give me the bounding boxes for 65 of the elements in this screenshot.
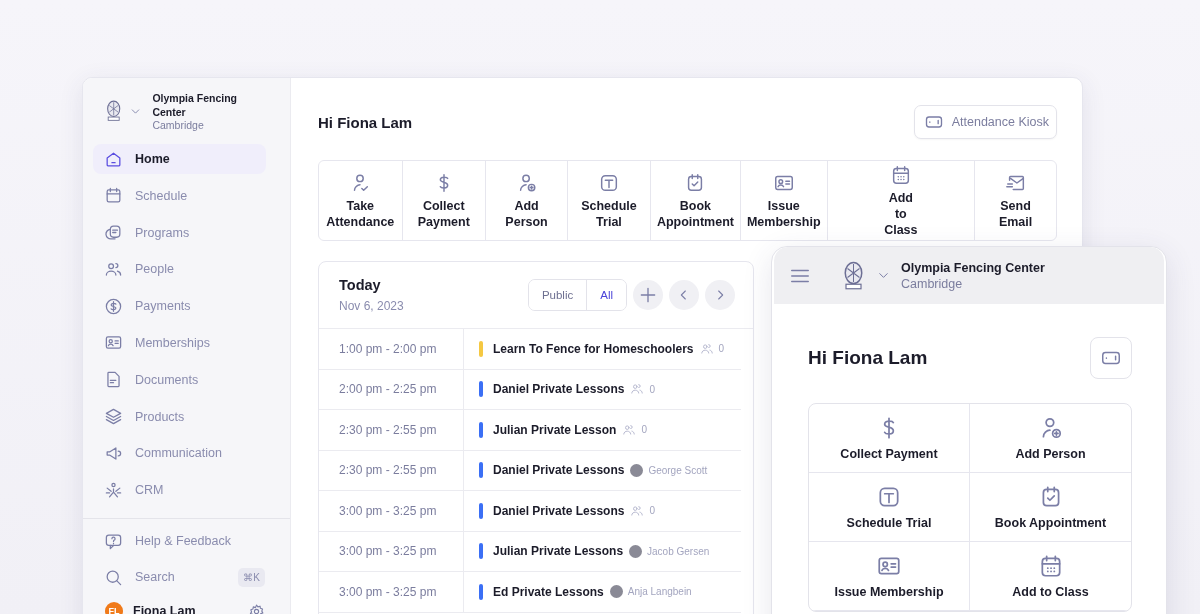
quick-action[interactable]: Add Person <box>485 161 568 240</box>
quick-action[interactable]: Issue Membership <box>809 542 970 611</box>
crest-logo <box>843 260 864 291</box>
event-time: 3:00 pm - 3:25 pm <box>319 531 464 571</box>
dollar-circle-icon <box>104 296 123 316</box>
quick-action[interactable]: Book Appointment <box>649 161 740 240</box>
avatar <box>630 463 644 477</box>
avatar <box>629 544 643 558</box>
greeting: Hi Fiona Lam <box>318 113 413 131</box>
event-row[interactable]: Julian Private Lessons Jacob Gersen <box>464 531 741 571</box>
organization-location: Cambridge <box>901 276 964 291</box>
crest-logo <box>106 100 122 122</box>
attendee-count: 0 <box>641 424 647 436</box>
event-row[interactable]: Learn To Fence for Homeschoolers 0 <box>464 329 741 369</box>
organization-name: Olympia Fencing Center <box>901 260 1045 275</box>
layers-icon <box>104 407 123 427</box>
attendees-icon <box>630 503 645 518</box>
attendance-kiosk-button[interactable] <box>1090 337 1132 379</box>
event-row[interactable]: Julian Private Lesson 0 <box>464 410 741 450</box>
event-time: 3:00 pm - 3:25 pm <box>319 572 464 612</box>
quick-action[interactable]: Take Attendance <box>319 161 402 240</box>
network-icon <box>104 480 123 500</box>
instructor-name: Jacob Gersen <box>647 545 710 557</box>
plus-icon <box>638 285 658 305</box>
instructor-name: Anja Langbein <box>627 586 692 598</box>
quick-action[interactable]: Book Appointment <box>970 473 1131 542</box>
event-time: 2:00 pm - 2:25 pm <box>319 369 464 409</box>
shortcut-hint: ⌘K <box>238 567 265 587</box>
sidebar-item[interactable]: Home <box>93 144 266 174</box>
settings-icon <box>248 602 265 614</box>
attendee-count: 0 <box>718 343 725 355</box>
event-row[interactable]: Daniel Private Lessons George Scott <box>464 450 741 490</box>
attendees-icon <box>699 341 714 356</box>
organization-location: Cambridge <box>152 118 205 132</box>
attendee-count: 0 <box>649 383 655 395</box>
avatar <box>609 585 623 599</box>
quick-action[interactable]: Issue Membership <box>739 161 827 240</box>
event-row[interactable]: Daniel Private Lessons 0 <box>464 369 741 409</box>
quick-action[interactable]: Add to Class <box>826 161 975 240</box>
quick-action[interactable]: Add Person <box>970 404 1131 473</box>
greeting: Hi Fiona Lam <box>808 347 928 369</box>
quick-action[interactable]: Schedule Trial <box>809 473 970 542</box>
schedule-date: Nov 6, 2023 <box>339 299 404 313</box>
event-time: 2:30 pm - 2:55 pm <box>319 450 464 490</box>
quick-action[interactable]: Collect Payment <box>401 161 486 240</box>
add-button[interactable] <box>633 280 663 310</box>
event-time: 3:00 pm - 3:25 pm <box>319 491 464 531</box>
event-time: 1:00 pm - 2:00 pm <box>319 329 464 369</box>
quick-action[interactable]: Collect Payment <box>809 404 970 473</box>
event-row[interactable]: Daniel Private Lessons 0 <box>464 491 741 531</box>
schedule-title: Today <box>339 277 382 293</box>
quick-action[interactable]: Send Email <box>974 161 1056 240</box>
attendee-count: 0 <box>649 505 655 517</box>
quick-action[interactable]: Add to Class <box>970 542 1131 611</box>
document-icon <box>104 370 123 390</box>
trial-icon <box>876 484 902 510</box>
attendance-kiosk-button[interactable]: Attendance Kiosk <box>913 105 1057 139</box>
organization-name: Olympia Fencing Center <box>152 90 238 119</box>
attendees-icon <box>630 382 645 397</box>
event-row[interactable]: Ed Private Lessons Anja Langbein <box>464 572 741 612</box>
attendees-icon <box>622 422 637 437</box>
instructor-name: George Scott <box>648 464 708 476</box>
quick-action[interactable]: Schedule Trial <box>567 161 650 240</box>
event-time: 2:30 pm - 2:55 pm <box>319 410 464 450</box>
filter-tab[interactable]: All <box>586 280 626 310</box>
